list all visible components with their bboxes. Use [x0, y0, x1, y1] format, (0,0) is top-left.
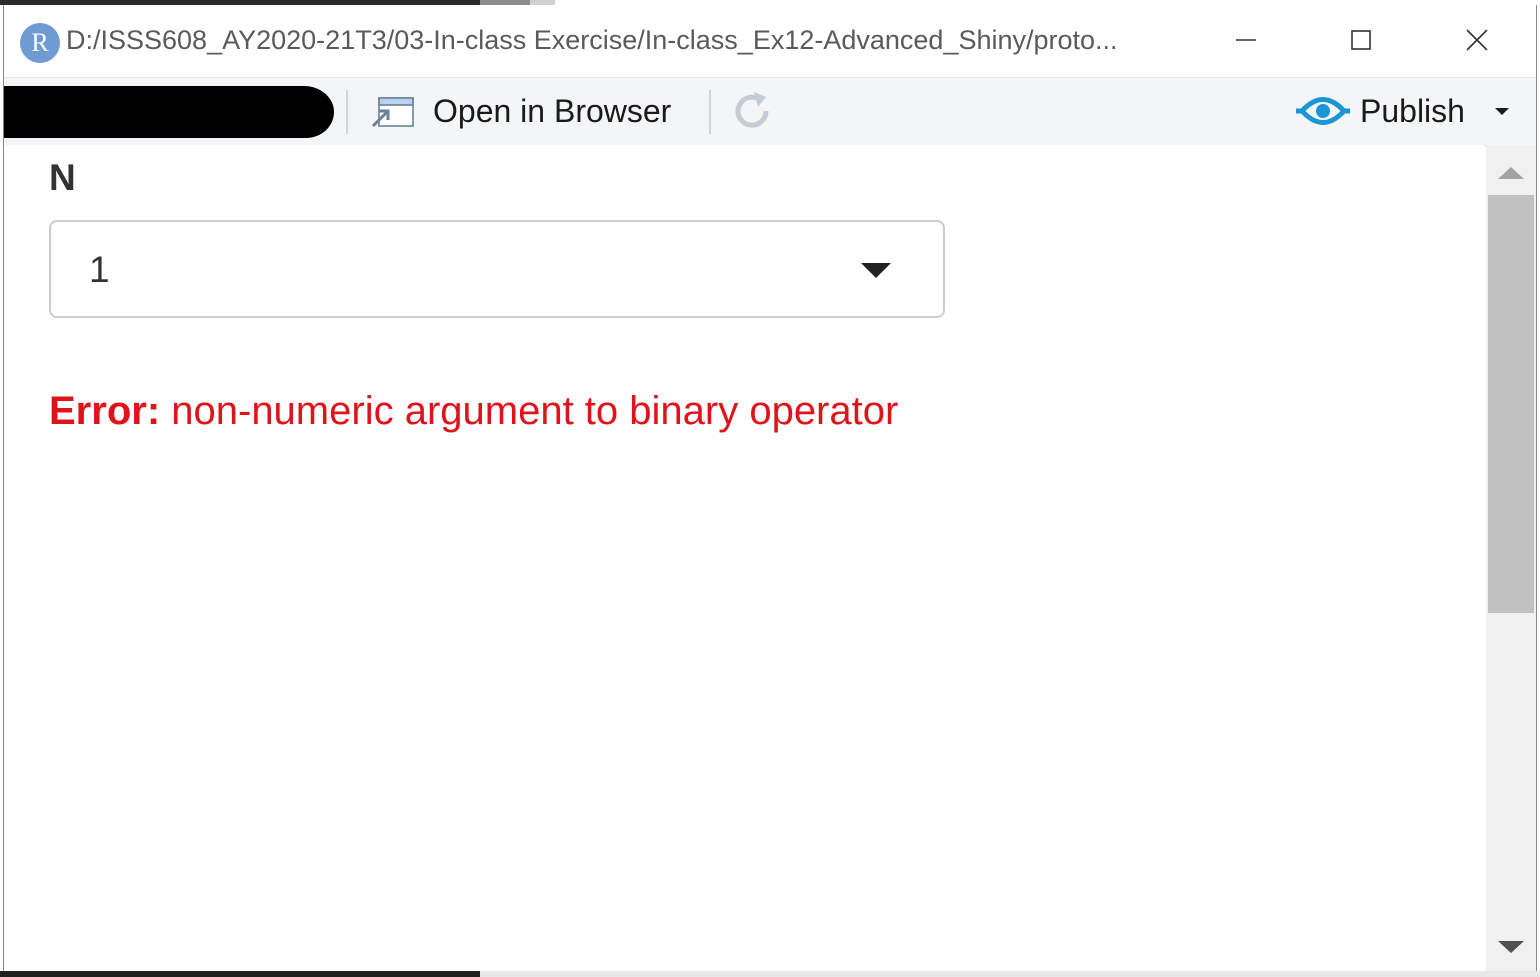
publish-button[interactable]: Publish	[1296, 86, 1465, 136]
shiny-app-content: N 1 Error: non-numeric argument to binar…	[4, 145, 1484, 971]
error-prefix: Error:	[49, 389, 161, 433]
refresh-icon	[735, 92, 769, 128]
background-window-strip	[0, 971, 1540, 977]
redacted-area	[4, 86, 334, 138]
chevron-down-icon	[1495, 108, 1509, 115]
publish-dropdown-button[interactable]	[1492, 86, 1512, 136]
r-app-icon: R	[20, 23, 60, 63]
toolbar-divider	[346, 90, 348, 134]
window-title: D:/ISSS608_AY2020-21T3/03-In-class Exerc…	[66, 25, 1118, 55]
close-icon	[1466, 29, 1488, 51]
open-in-browser-icon	[371, 97, 414, 128]
select-n-value: 1	[89, 249, 110, 290]
refresh-button[interactable]	[728, 86, 776, 136]
open-in-browser-label: Open in Browser	[433, 92, 672, 129]
error-text: non-numeric argument to binary operator	[160, 389, 899, 433]
viewer-window: R D:/ISSS608_AY2020-21T3/03-In-class Exe…	[3, 5, 1537, 971]
scroll-down-arrow-icon[interactable]	[1498, 941, 1524, 953]
select-n-label: N	[49, 157, 76, 198]
vertical-scrollbar[interactable]	[1486, 145, 1536, 971]
chevron-down-icon	[861, 263, 891, 278]
viewer-toolbar: Open in Browser Publish	[4, 77, 1536, 146]
toolbar-divider	[709, 90, 711, 134]
publish-icon	[1296, 97, 1350, 125]
maximize-button[interactable]	[1331, 17, 1391, 63]
title-bar: R D:/ISSS608_AY2020-21T3/03-In-class Exe…	[4, 5, 1536, 77]
error-message: Error: non-numeric argument to binary op…	[49, 389, 898, 434]
publish-label: Publish	[1360, 92, 1465, 129]
scroll-up-arrow-icon[interactable]	[1498, 167, 1524, 179]
maximize-icon	[1351, 30, 1371, 50]
scrollbar-thumb[interactable]	[1488, 195, 1534, 613]
minimize-icon	[1236, 39, 1256, 41]
select-n-dropdown[interactable]: 1	[49, 220, 945, 318]
minimize-button[interactable]	[1216, 17, 1276, 63]
close-button[interactable]	[1447, 17, 1507, 63]
open-in-browser-button[interactable]: Open in Browser	[369, 86, 671, 136]
